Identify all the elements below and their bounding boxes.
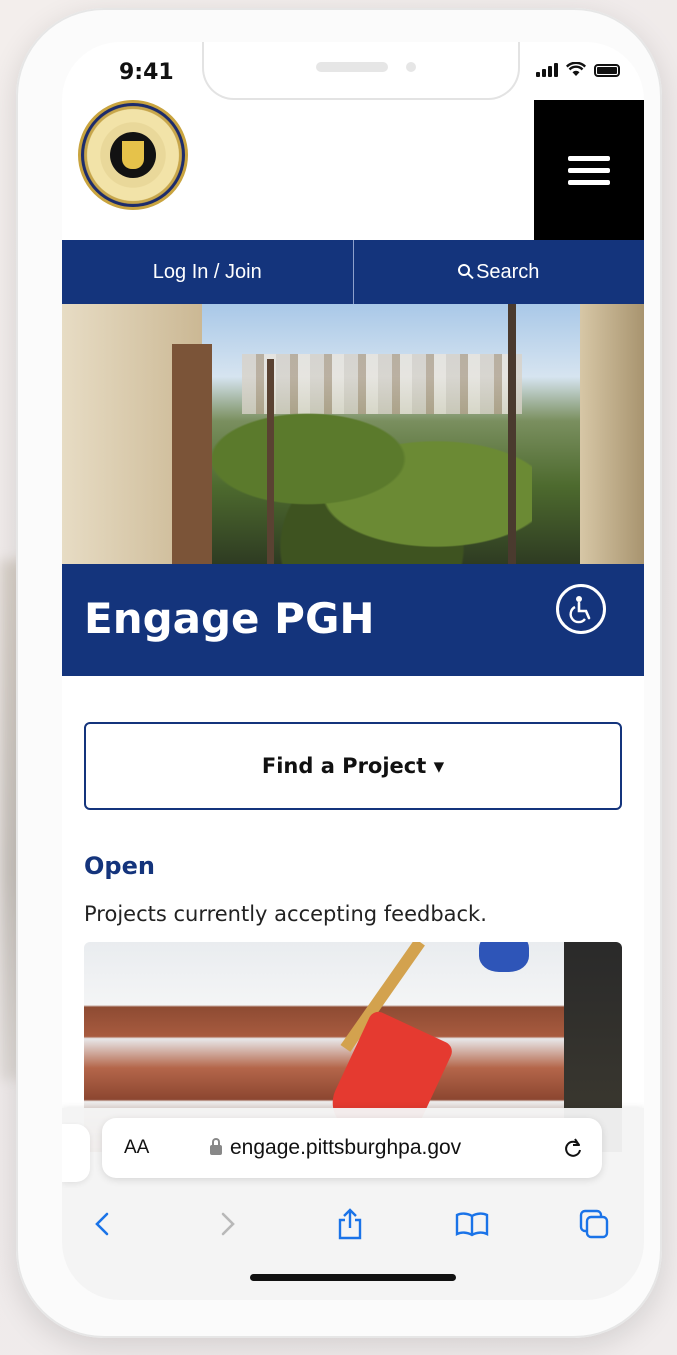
back-button[interactable] — [80, 1202, 124, 1246]
search-button[interactable]: Search — [354, 240, 645, 304]
battery-icon — [594, 64, 620, 77]
notch — [202, 42, 520, 100]
section-description: Projects currently accepting feedback. — [84, 902, 487, 926]
page-title: Engage PGH — [84, 594, 375, 643]
cellular-signal-icon — [536, 63, 558, 77]
home-indicator[interactable] — [250, 1274, 456, 1281]
city-seal-logo[interactable] — [78, 100, 188, 210]
address-bar[interactable]: AA engage.pittsburghpa.gov — [102, 1118, 602, 1178]
login-join-button[interactable]: Log In / Join — [62, 240, 354, 304]
text-size-button[interactable]: AA — [124, 1137, 149, 1159]
seal-emblem — [110, 132, 156, 178]
tabs-button[interactable] — [572, 1202, 616, 1246]
status-time: 9:41 — [119, 60, 174, 85]
forward-button[interactable] — [206, 1202, 250, 1246]
url-display[interactable]: engage.pittsburghpa.gov — [210, 1136, 461, 1160]
accessibility-button[interactable] — [556, 584, 606, 634]
browser-toolbar — [62, 1194, 644, 1254]
lock-icon — [210, 1138, 222, 1155]
login-join-label: Log In / Join — [152, 260, 262, 283]
status-icons — [536, 62, 620, 77]
tabs-icon — [579, 1209, 609, 1239]
wifi-icon — [566, 62, 586, 76]
search-icon — [458, 264, 471, 276]
camera — [406, 62, 416, 72]
reload-icon[interactable] — [562, 1137, 584, 1159]
previous-tab-peek[interactable] — [62, 1124, 90, 1182]
share-button[interactable] — [328, 1202, 372, 1246]
search-label: Search — [476, 260, 540, 283]
title-banner: Engage PGH — [62, 564, 644, 676]
find-project-dropdown[interactable]: Find a Project ▾ — [84, 722, 622, 810]
phone-frame: 9:41 Log In / Join Search Engage PGH Fin… — [16, 8, 662, 1338]
top-nav: Log In / Join Search — [62, 240, 644, 304]
phone-screen: 9:41 Log In / Join Search Engage PGH Fin… — [62, 42, 644, 1300]
accessibility-icon — [569, 596, 591, 624]
share-icon — [338, 1208, 362, 1240]
speaker — [316, 62, 388, 72]
back-icon — [95, 1212, 109, 1236]
hero-image — [62, 304, 644, 564]
bookmarks-button[interactable] — [450, 1202, 494, 1246]
bookmarks-icon — [455, 1212, 489, 1237]
section-title-open: Open — [84, 852, 155, 880]
forward-icon — [221, 1212, 235, 1236]
hamburger-menu-button[interactable] — [534, 100, 644, 240]
browser-bottom-bar: AA engage.pittsburghpa.gov — [62, 1108, 644, 1300]
url-text: engage.pittsburghpa.gov — [230, 1136, 462, 1159]
